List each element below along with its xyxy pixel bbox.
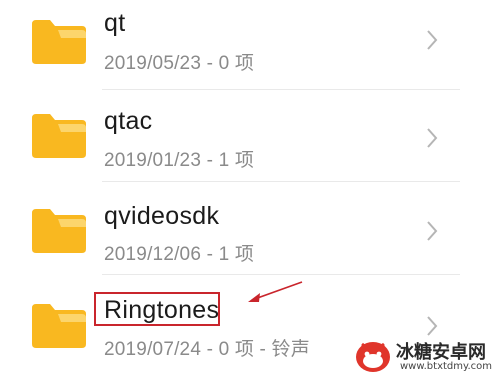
list-item[interactable]: qvideosdk 2019/12/06 - 1 项 [0,183,500,275]
file-meta: 2019/01/23 - 1 项 [104,150,255,171]
divider [102,181,460,182]
file-name: qtac [104,107,153,135]
file-meta: 2019/12/06 - 1 项 [104,244,255,265]
file-name: qt [104,9,126,37]
folder-icon [28,207,86,253]
folder-icon [28,18,86,64]
folder-icon [28,302,86,348]
chevron-right-icon [424,28,440,52]
file-meta: 2019/07/24 - 0 项 - 铃声 [104,339,310,360]
chevron-right-icon [424,219,440,243]
watermark-url: www.btxtdmy.com [400,361,493,372]
folder-icon [28,112,86,158]
file-meta: 2019/05/23 - 0 项 [104,53,255,74]
annotation-arrow-icon [248,281,303,302]
watermark: 冰糖安卓网 www.btxtdmy.com [354,334,494,378]
list-item[interactable]: qtac 2019/01/23 - 1 项 [0,90,500,182]
annotation-highlight-box [94,292,220,326]
divider [102,274,460,275]
chevron-right-icon [424,126,440,150]
list-item[interactable]: qt 2019/05/23 - 0 项 [0,0,500,90]
watermark-logo-icon [356,342,390,372]
file-name: qvideosdk [104,202,220,230]
